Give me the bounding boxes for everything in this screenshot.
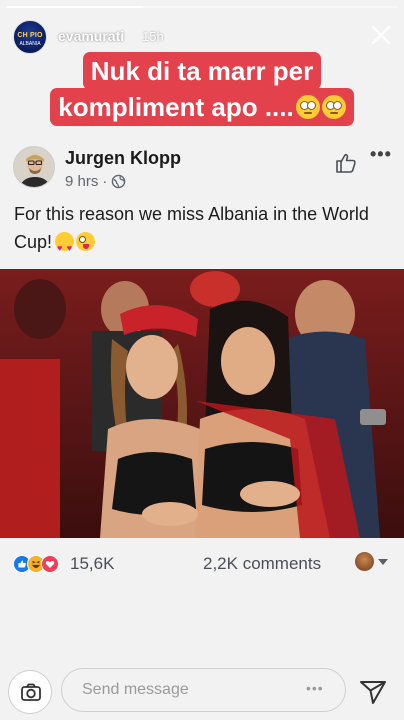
crowd-photo-image	[0, 269, 404, 538]
commenter-avatar	[355, 552, 374, 571]
send-message-input[interactable]	[61, 668, 346, 712]
love-icon	[41, 555, 59, 573]
avatar-logo-subtext: ALBANIA	[19, 41, 41, 47]
person-avatar-icon	[14, 147, 54, 187]
story-reply-bar: •••	[0, 660, 404, 720]
story-progress-bar	[6, 6, 398, 8]
send-icon	[360, 681, 386, 704]
caption-line-1: Nuk di ta marr per	[82, 52, 322, 90]
story-progress-fill	[6, 6, 144, 8]
like-page-button[interactable]	[333, 150, 359, 176]
caption-line-2: kompliment apo ....	[50, 88, 354, 126]
globe-icon	[112, 174, 126, 189]
heart-eyes-emoji-icon	[55, 232, 75, 262]
eye-roll-emoji-icon	[295, 95, 320, 119]
message-options-button[interactable]: •••	[306, 680, 324, 696]
post-photo[interactable]	[0, 269, 404, 538]
story-username[interactable]: evamurati	[58, 28, 124, 44]
eye-roll-emoji-icon	[321, 95, 346, 119]
post-author-name[interactable]: Jurgen Klopp	[65, 148, 181, 169]
story-view: CH PIO ALBANIA evamurati 15h Nuk di ta m…	[0, 0, 404, 720]
more-options-button[interactable]: •••	[370, 144, 392, 165]
chevron-down-icon[interactable]	[378, 559, 388, 565]
zany-face-emoji-icon	[76, 232, 96, 251]
post-time: 9 hrs	[65, 173, 99, 190]
thumbs-up-icon	[336, 153, 356, 173]
comment-count[interactable]: 2,2K comments	[203, 554, 321, 574]
meta-separator: ·	[102, 173, 108, 190]
post-text: For this reason we miss Albania in the W…	[14, 200, 394, 262]
post-author-avatar[interactable]	[13, 146, 55, 188]
story-avatar[interactable]: CH PIO ALBANIA	[13, 20, 47, 54]
camera-icon	[21, 683, 41, 701]
reaction-icons[interactable]	[13, 555, 67, 573]
camera-button[interactable]	[8, 670, 52, 714]
story-timestamp: 15h	[142, 29, 164, 44]
send-button[interactable]	[358, 676, 388, 706]
caption-line-2-text: kompliment apo ....	[58, 92, 294, 122]
close-button[interactable]	[368, 22, 394, 48]
close-icon	[371, 25, 391, 45]
post-reactions-bar: 15,6K 2,2K comments	[0, 548, 404, 580]
avatar-logo-text: CH PIO	[17, 32, 43, 39]
reaction-count[interactable]: 15,6K	[70, 554, 114, 574]
post-header: Jurgen Klopp 9 hrs · •••	[0, 142, 404, 198]
story-caption-sticker: Nuk di ta marr per kompliment apo ....	[0, 52, 404, 126]
post-meta: 9 hrs ·	[65, 173, 126, 190]
